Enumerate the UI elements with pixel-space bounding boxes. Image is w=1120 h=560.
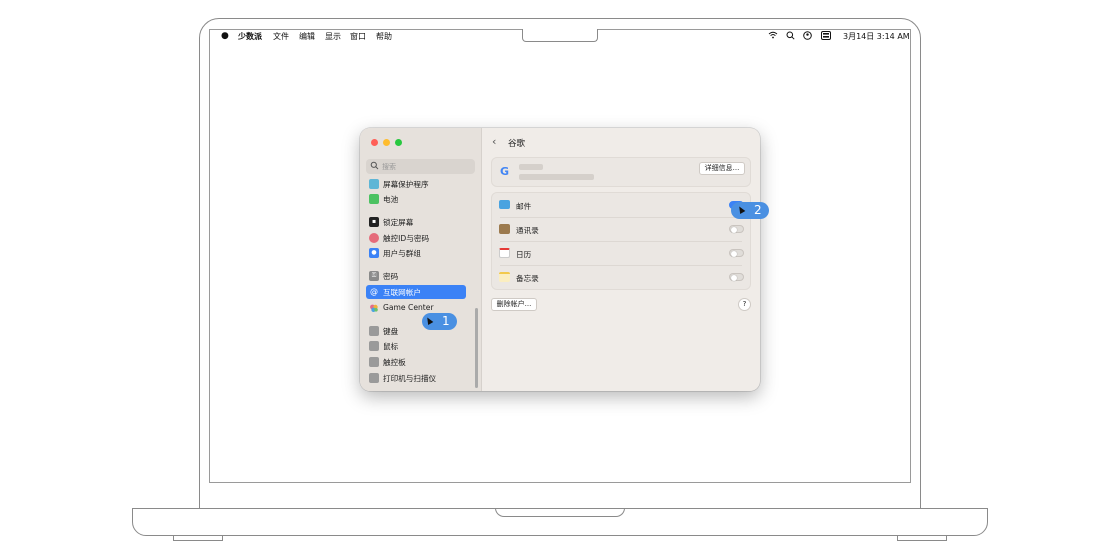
at-icon: @ [370, 287, 378, 296]
sidebar-item-trackpad[interactable]: 触控板 [366, 355, 466, 369]
sidebar-item-label: 密码 [383, 272, 399, 281]
sidebar-item-label: Game Center [383, 303, 434, 312]
callout-1-number: 1 [442, 314, 450, 328]
apple-menu-icon[interactable]: ● [221, 31, 229, 41]
laptop-foot-left [173, 535, 223, 541]
contacts-icon [499, 224, 510, 234]
notes-icon [499, 272, 510, 282]
battery-icon [369, 194, 379, 204]
zoom-button[interactable] [395, 139, 402, 146]
contacts-toggle[interactable] [729, 225, 744, 233]
settings-window: 搜索 屏幕保护程序 电池 ▪ 锁定屏幕 触控ID与密码 ● 用户与群组 ⚿ 密码… [360, 128, 760, 391]
account-card: G 详细信息... [491, 157, 751, 187]
menu-file[interactable]: 文件 [273, 31, 289, 42]
control-center-icon[interactable] [821, 31, 831, 42]
sidebar-item-label: 用户与群组 [383, 249, 421, 258]
search-placeholder: 搜索 [382, 163, 396, 171]
menu-window[interactable]: 窗口 [350, 31, 366, 42]
service-row-contacts: 通讯录 [492, 217, 750, 241]
sidebar-item-label: 触控板 [383, 358, 406, 367]
camera-notch [522, 29, 598, 42]
sidebar-item-battery[interactable]: 电池 [366, 192, 466, 206]
printer-icon [369, 373, 379, 383]
sidebar-item-printers[interactable]: 打印机与扫描仪 [366, 371, 466, 385]
key-icon: ⚿ [369, 271, 379, 281]
sidebar-item-passwords[interactable]: ⚿ 密码 [366, 269, 466, 283]
menu-help[interactable]: 帮助 [376, 31, 392, 42]
page-title: 谷歌 [508, 139, 526, 149]
service-label: 通讯录 [516, 226, 539, 235]
laptop-opening-groove [495, 508, 625, 517]
search-field[interactable]: 搜索 [366, 159, 475, 174]
wifi-icon[interactable] [768, 31, 778, 41]
sidebar: 搜索 屏幕保护程序 电池 ▪ 锁定屏幕 触控ID与密码 ● 用户与群组 ⚿ 密码… [360, 128, 482, 391]
laptop-hinge [199, 490, 921, 509]
notes-toggle[interactable] [729, 273, 744, 281]
help-button[interactable]: ? [738, 298, 751, 311]
laptop-foot-right [897, 535, 947, 541]
sidebar-item-label: 键盘 [383, 327, 399, 336]
keyboard-icon [369, 326, 379, 336]
lock-icon: ▪ [369, 217, 379, 227]
sidebar-item-screensaver[interactable]: 屏幕保护程序 [366, 177, 466, 191]
calendar-toggle[interactable] [729, 249, 744, 257]
spotlight-search-icon[interactable] [786, 31, 795, 42]
service-row-notes: 备忘录 [492, 265, 750, 289]
sidebar-item-label: 鼠标 [383, 342, 399, 351]
sidebar-item-touch-id[interactable]: 触控ID与密码 [366, 231, 466, 245]
mail-icon [499, 200, 510, 209]
close-button[interactable] [371, 139, 378, 146]
sidebar-scrollbar[interactable] [475, 308, 478, 388]
back-chevron-icon[interactable]: ‹ [492, 135, 496, 148]
service-row-mail: 邮件 [492, 193, 750, 217]
user-account-icon[interactable] [803, 31, 812, 42]
delete-account-button[interactable]: 删除帐户... [491, 298, 537, 311]
menu-view[interactable]: 显示 [325, 31, 341, 42]
sidebar-item-label: 屏幕保护程序 [383, 180, 429, 189]
service-label: 备忘录 [516, 274, 539, 283]
minimize-button[interactable] [383, 139, 390, 146]
callout-2-number: 2 [754, 203, 762, 217]
game-center-icon [369, 303, 379, 313]
sidebar-item-lock-screen[interactable]: ▪ 锁定屏幕 [366, 215, 466, 229]
service-row-calendar: 日历 [492, 241, 750, 265]
app-name-menu[interactable]: 少数派 [238, 31, 262, 42]
redacted-account-name [519, 164, 543, 170]
details-button[interactable]: 详细信息... [699, 162, 745, 175]
users-icon: ● [369, 248, 379, 258]
menu-edit[interactable]: 编辑 [299, 31, 315, 42]
sidebar-item-users[interactable]: ● 用户与群组 [366, 246, 466, 260]
redacted-account-email [519, 174, 594, 180]
sidebar-item-label: 锁定屏幕 [383, 218, 414, 227]
service-label: 日历 [516, 250, 532, 259]
google-logo-icon: G [500, 165, 510, 178]
sidebar-item-internet-accounts[interactable]: @ 互联网帐户 [366, 285, 466, 299]
calendar-icon [499, 248, 510, 258]
trackpad-icon [369, 357, 379, 367]
sidebar-item-label: 电池 [383, 195, 399, 204]
menu-clock[interactable]: 3月14日 3:14 AM [843, 31, 910, 42]
callout-2: 2 [731, 202, 769, 219]
screensaver-icon [369, 179, 379, 189]
sidebar-item-label: 互联网帐户 [383, 288, 421, 297]
sidebar-item-mouse[interactable]: 鼠标 [366, 339, 466, 353]
service-label: 邮件 [516, 202, 532, 211]
services-card: 邮件 通讯录 日历 备忘录 [491, 192, 751, 290]
mouse-icon [369, 341, 379, 351]
sidebar-item-label: 触控ID与密码 [383, 234, 430, 243]
search-icon [370, 161, 379, 172]
fingerprint-icon [369, 233, 379, 243]
sidebar-item-label: 打印机与扫描仪 [383, 374, 437, 383]
